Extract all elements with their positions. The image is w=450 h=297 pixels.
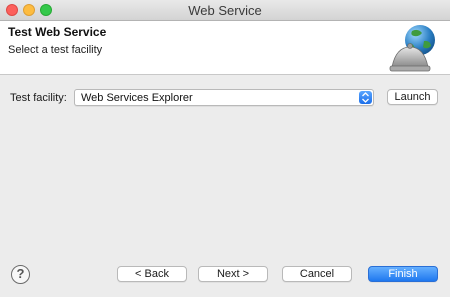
page-title: Test Web Service bbox=[8, 25, 107, 39]
globe-bell-icon bbox=[389, 25, 435, 72]
window-title: Web Service bbox=[188, 3, 262, 18]
chevron-up-down-icon bbox=[362, 92, 369, 103]
test-facility-value: Web Services Explorer bbox=[81, 92, 193, 104]
launch-button[interactable]: Launch bbox=[387, 89, 438, 105]
page-subtitle: Select a test facility bbox=[8, 44, 103, 56]
window-titlebar[interactable]: Web Service bbox=[0, 0, 450, 21]
finish-button[interactable]: Finish bbox=[368, 266, 438, 282]
cancel-button[interactable]: Cancel bbox=[282, 266, 352, 282]
back-button[interactable]: < Back bbox=[117, 266, 187, 282]
next-button[interactable]: Next > bbox=[198, 266, 268, 282]
help-icon[interactable]: ? bbox=[11, 265, 30, 284]
test-facility-select[interactable]: Web Services Explorer bbox=[74, 89, 374, 106]
test-facility-label: Test facility: bbox=[10, 92, 67, 104]
wizard-banner: Test Web Service Select a test facility bbox=[0, 21, 450, 75]
select-stepper-icon[interactable] bbox=[359, 91, 372, 104]
